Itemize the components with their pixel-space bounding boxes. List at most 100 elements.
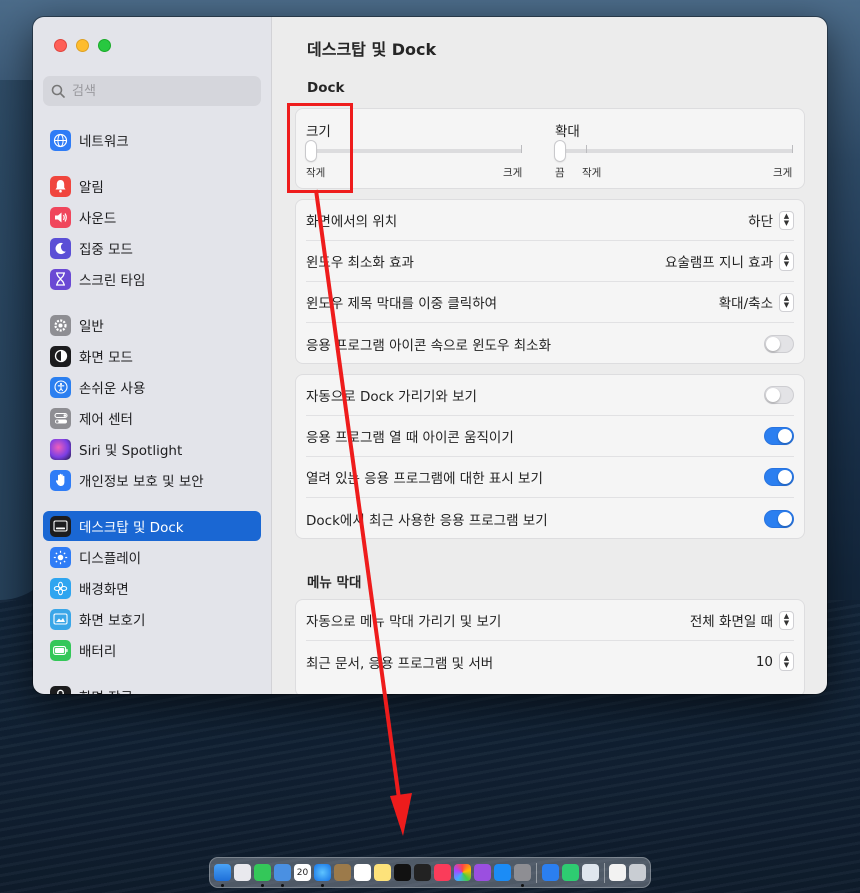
position-on-screen-row: 화면에서의 위치 하단 ▲ ▼ xyxy=(306,200,794,241)
messages-icon[interactable] xyxy=(254,864,271,887)
popup-value: 전체 화면일 때 xyxy=(689,614,773,630)
sidebar-item-wallpaper[interactable]: 배경화면 xyxy=(43,573,261,603)
system-settings-icon[interactable] xyxy=(514,864,531,887)
updown-chevron-icon: ▲ ▼ xyxy=(779,292,794,312)
sidebar-item-label: 제어 센터 xyxy=(79,412,133,428)
launchpad-icon[interactable] xyxy=(234,864,251,881)
double-click-title-row: 윈도우 제목 막대를 이중 클릭하여 확대/축소 ▲ ▼ xyxy=(306,282,794,323)
contacts-icon[interactable] xyxy=(334,864,351,881)
close-button[interactable] xyxy=(54,39,67,52)
search-field[interactable] xyxy=(43,76,261,106)
dock-bar: 20 xyxy=(209,857,651,888)
auto-hide-dock-toggle[interactable] xyxy=(764,386,794,404)
minimize-button[interactable] xyxy=(76,39,89,52)
sidebar-item-label: 네트워크 xyxy=(79,134,129,150)
hourglass-icon xyxy=(50,268,71,290)
row-label: 윈도우 최소화 효과 xyxy=(306,255,414,271)
auto-hide-menu-bar-popup[interactable]: 전체 화면일 때 ▲ ▼ xyxy=(690,610,794,630)
recent-documents-row: 최근 문서, 응용 프로그램 및 서버 10 ▲ ▼ xyxy=(306,641,794,682)
animate-opening-row: 응용 프로그램 열 때 아이콘 움직이기 xyxy=(306,416,794,457)
magnify-slider-tick xyxy=(586,145,587,153)
podcasts-dark-icon[interactable] xyxy=(414,864,431,881)
sidebar-item-label: 개인정보 보호 및 보안 xyxy=(79,474,204,490)
sidebar-item-sound[interactable]: 사운드 xyxy=(43,202,261,232)
reminders-icon[interactable] xyxy=(354,864,371,881)
sidebar-item-label: 사운드 xyxy=(79,211,117,227)
search-input[interactable] xyxy=(72,83,242,99)
photos-icon[interactable] xyxy=(454,864,471,881)
siri-icon xyxy=(50,438,71,460)
sidebar-item-general[interactable]: 일반 xyxy=(43,310,261,340)
position-popup[interactable]: 하단 ▲ ▼ xyxy=(748,210,794,230)
mail-icon[interactable] xyxy=(274,864,291,887)
popup-value: 요술램프 지니 효과 xyxy=(665,255,773,271)
control-center-icon xyxy=(50,407,71,429)
row-label: 자동으로 Dock 가리기와 보기 xyxy=(306,389,477,405)
hand-icon xyxy=(50,469,71,491)
minimize-into-icon-toggle[interactable] xyxy=(764,334,794,353)
row-label: 화면에서의 위치 xyxy=(306,214,398,230)
flower-icon xyxy=(50,577,71,599)
show-indicators-toggle[interactable] xyxy=(764,468,794,486)
sidebar-item-siri[interactable]: Siri 및 Spotlight xyxy=(43,434,261,464)
battery-icon xyxy=(50,639,71,661)
podcasts-icon[interactable] xyxy=(474,864,491,881)
dock-sliders-group: 크기 작게 크게 확대 끔 작게 크게 xyxy=(295,108,805,189)
speaker-icon xyxy=(50,206,71,228)
sidebar-item-focus[interactable]: 집중 모드 xyxy=(43,233,261,263)
sidebar-item-desktop-dock[interactable]: 데스크탑 및 Dock xyxy=(43,511,261,541)
double-click-popup[interactable]: 확대/축소 ▲ ▼ xyxy=(719,292,794,312)
gear-icon xyxy=(50,314,71,336)
animate-opening-toggle[interactable] xyxy=(764,427,794,445)
sidebar-item-label: 데스크탑 및 Dock xyxy=(79,520,184,536)
notes-icon[interactable] xyxy=(374,864,391,881)
sidebar-item-control-center[interactable]: 제어 센터 xyxy=(43,403,261,433)
sidebar-item-displays[interactable]: 디스플레이 xyxy=(43,542,261,572)
calendar-icon[interactable]: 20 xyxy=(294,864,311,881)
row-label: 자동으로 메뉴 막대 가리기 및 보기 xyxy=(306,614,502,630)
tv-icon[interactable] xyxy=(394,864,411,881)
recent-documents-popup[interactable]: 10 ▲ ▼ xyxy=(756,652,794,671)
sidebar-item-screen-time[interactable]: 스크린 타임 xyxy=(43,264,261,294)
sidebar-item-appearance[interactable]: 화면 모드 xyxy=(43,341,261,371)
sidebar-item-label: 집중 모드 xyxy=(79,242,133,258)
show-indicators-row: 열려 있는 응용 프로그램에 대한 표시 보기 xyxy=(306,457,794,498)
sidebar-item-accessibility[interactable]: 손쉬운 사용 xyxy=(43,372,261,402)
trash-icon[interactable] xyxy=(629,864,646,881)
music-icon[interactable] xyxy=(434,864,451,881)
sidebar: 네트워크 알림 사운드 집중 모드 xyxy=(33,17,272,694)
moon-icon xyxy=(50,237,71,259)
magnify-slider-track[interactable] xyxy=(555,149,793,153)
sidebar-item-screensaver[interactable]: 화면 보호기 xyxy=(43,604,261,634)
preview-icon[interactable] xyxy=(581,864,599,881)
bell-icon xyxy=(50,175,71,197)
zoom-button[interactable] xyxy=(98,39,111,52)
menu-bar-group: 자동으로 메뉴 막대 가리기 및 보기 전체 화면일 때 ▲ ▼ 최근 문서, 응… xyxy=(295,599,805,694)
updown-chevron-icon: ▲ ▼ xyxy=(779,251,794,271)
document-icon[interactable] xyxy=(609,864,626,881)
tasks-icon[interactable] xyxy=(541,864,559,881)
app-store-icon[interactable] xyxy=(494,864,511,881)
updown-chevron-icon: ▲ ▼ xyxy=(779,210,794,230)
section-heading-menu-bar: 메뉴 막대 xyxy=(307,575,362,591)
sidebar-item-label: 디스플레이 xyxy=(79,551,142,567)
sidebar-item-notifications[interactable]: 알림 xyxy=(43,171,261,201)
row-label: 최근 문서, 응용 프로그램 및 서버 xyxy=(306,655,494,672)
show-recent-apps-row: Dock에서 최근 사용한 응용 프로그램 보기 xyxy=(306,498,794,539)
finder-icon[interactable] xyxy=(214,864,231,887)
facetime-icon[interactable] xyxy=(561,864,579,881)
popup-value: 10 xyxy=(755,653,773,670)
size-slider-tick xyxy=(521,145,522,153)
main-pane: 데스크탑 및 Dock Dock 크기 작게 크게 확대 끔 작게 크게 화면에… xyxy=(272,17,827,694)
sidebar-item-privacy[interactable]: 개인정보 보호 및 보안 xyxy=(43,465,261,495)
sidebar-item-label: 일반 xyxy=(79,319,104,335)
magnify-slider-off-label: 끔 xyxy=(555,167,565,179)
show-recent-apps-toggle[interactable] xyxy=(764,509,794,528)
dock-options-group-1: 화면에서의 위치 하단 ▲ ▼ 윈도우 최소화 효과 요술램프 지니 효과 ▲ ▼ … xyxy=(295,199,805,364)
sidebar-item-network[interactable]: 네트워크 xyxy=(43,125,261,155)
safari-icon[interactable] xyxy=(314,864,331,887)
sidebar-item-battery[interactable]: 배터리 xyxy=(43,635,261,665)
magnify-slider-knob[interactable] xyxy=(555,141,565,161)
minimize-effect-popup[interactable]: 요술램프 지니 효과 ▲ ▼ xyxy=(665,251,794,271)
sidebar-item-lock-screen[interactable]: 화면 잠금 xyxy=(43,681,261,694)
